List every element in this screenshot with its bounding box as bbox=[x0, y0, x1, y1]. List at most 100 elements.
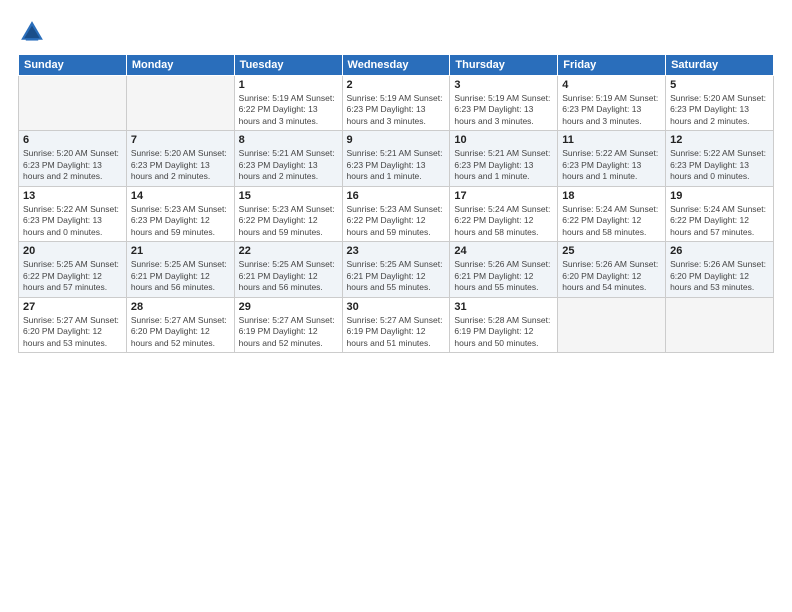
calendar-cell: 7 Sunrise: 5:20 AM Sunset: 6:23 PM Daylig… bbox=[126, 131, 234, 186]
day-number: 29 bbox=[239, 301, 338, 313]
day-number: 7 bbox=[131, 134, 230, 146]
calendar-cell: 15 Sunrise: 5:23 AM Sunset: 6:22 PM Dayli… bbox=[234, 186, 342, 241]
day-number: 28 bbox=[131, 301, 230, 313]
day-info: Sunrise: 5:20 AM Sunset: 6:23 PM Dayligh… bbox=[131, 148, 230, 182]
day-number: 15 bbox=[239, 190, 338, 202]
day-info: Sunrise: 5:24 AM Sunset: 6:22 PM Dayligh… bbox=[562, 204, 661, 238]
day-info: Sunrise: 5:24 AM Sunset: 6:22 PM Dayligh… bbox=[670, 204, 769, 238]
day-header-friday: Friday bbox=[558, 55, 666, 76]
calendar-cell: 8 Sunrise: 5:21 AM Sunset: 6:23 PM Daylig… bbox=[234, 131, 342, 186]
day-info: Sunrise: 5:23 AM Sunset: 6:22 PM Dayligh… bbox=[239, 204, 338, 238]
day-number: 9 bbox=[347, 134, 446, 146]
day-info: Sunrise: 5:19 AM Sunset: 6:23 PM Dayligh… bbox=[454, 93, 553, 127]
day-number: 3 bbox=[454, 79, 553, 91]
day-number: 27 bbox=[23, 301, 122, 313]
day-number: 18 bbox=[562, 190, 661, 202]
calendar-week-3: 13 Sunrise: 5:22 AM Sunset: 6:23 PM Dayli… bbox=[19, 186, 774, 241]
day-info: Sunrise: 5:25 AM Sunset: 6:21 PM Dayligh… bbox=[239, 259, 338, 293]
day-number: 23 bbox=[347, 245, 446, 257]
calendar-cell bbox=[666, 297, 774, 352]
day-number: 16 bbox=[347, 190, 446, 202]
day-info: Sunrise: 5:20 AM Sunset: 6:23 PM Dayligh… bbox=[670, 93, 769, 127]
header bbox=[18, 18, 774, 46]
day-number: 22 bbox=[239, 245, 338, 257]
calendar-table: SundayMondayTuesdayWednesdayThursdayFrid… bbox=[18, 54, 774, 353]
logo bbox=[18, 18, 52, 46]
day-header-sunday: Sunday bbox=[19, 55, 127, 76]
day-number: 20 bbox=[23, 245, 122, 257]
calendar-cell: 26 Sunrise: 5:26 AM Sunset: 6:20 PM Dayli… bbox=[666, 242, 774, 297]
calendar-cell: 21 Sunrise: 5:25 AM Sunset: 6:21 PM Dayli… bbox=[126, 242, 234, 297]
day-info: Sunrise: 5:26 AM Sunset: 6:21 PM Dayligh… bbox=[454, 259, 553, 293]
day-number: 19 bbox=[670, 190, 769, 202]
day-info: Sunrise: 5:26 AM Sunset: 6:20 PM Dayligh… bbox=[562, 259, 661, 293]
day-number: 12 bbox=[670, 134, 769, 146]
calendar-cell: 28 Sunrise: 5:27 AM Sunset: 6:20 PM Dayli… bbox=[126, 297, 234, 352]
calendar-cell: 29 Sunrise: 5:27 AM Sunset: 6:19 PM Dayli… bbox=[234, 297, 342, 352]
calendar-cell bbox=[558, 297, 666, 352]
day-info: Sunrise: 5:22 AM Sunset: 6:23 PM Dayligh… bbox=[23, 204, 122, 238]
day-number: 31 bbox=[454, 301, 553, 313]
day-header-tuesday: Tuesday bbox=[234, 55, 342, 76]
day-header-thursday: Thursday bbox=[450, 55, 558, 76]
day-number: 13 bbox=[23, 190, 122, 202]
calendar-week-1: 1Sunrise: 5:19 AM Sunset: 6:22 PM Daylig… bbox=[19, 76, 774, 131]
calendar-cell: 10Sunrise: 5:21 AM Sunset: 6:23 PM Dayli… bbox=[450, 131, 558, 186]
day-info: Sunrise: 5:25 AM Sunset: 6:21 PM Dayligh… bbox=[131, 259, 230, 293]
day-info: Sunrise: 5:25 AM Sunset: 6:22 PM Dayligh… bbox=[23, 259, 122, 293]
calendar-cell bbox=[19, 76, 127, 131]
day-header-wednesday: Wednesday bbox=[342, 55, 450, 76]
calendar-week-2: 6 Sunrise: 5:20 AM Sunset: 6:23 PM Daylig… bbox=[19, 131, 774, 186]
calendar-cell: 1Sunrise: 5:19 AM Sunset: 6:22 PM Daylig… bbox=[234, 76, 342, 131]
day-info: Sunrise: 5:22 AM Sunset: 6:23 PM Dayligh… bbox=[562, 148, 661, 182]
day-number: 1 bbox=[239, 79, 338, 91]
calendar-cell: 2 Sunrise: 5:19 AM Sunset: 6:23 PM Daylig… bbox=[342, 76, 450, 131]
calendar-cell: 16Sunrise: 5:23 AM Sunset: 6:22 PM Dayli… bbox=[342, 186, 450, 241]
calendar-cell: 11 Sunrise: 5:22 AM Sunset: 6:23 PM Dayli… bbox=[558, 131, 666, 186]
day-info: Sunrise: 5:25 AM Sunset: 6:21 PM Dayligh… bbox=[347, 259, 446, 293]
day-info: Sunrise: 5:27 AM Sunset: 6:19 PM Dayligh… bbox=[239, 315, 338, 349]
calendar-cell: 13 Sunrise: 5:22 AM Sunset: 6:23 PM Dayli… bbox=[19, 186, 127, 241]
calendar-cell: 24Sunrise: 5:26 AM Sunset: 6:21 PM Dayli… bbox=[450, 242, 558, 297]
day-number: 21 bbox=[131, 245, 230, 257]
page: SundayMondayTuesdayWednesdayThursdayFrid… bbox=[0, 0, 792, 612]
calendar-cell: 4 Sunrise: 5:19 AM Sunset: 6:23 PM Daylig… bbox=[558, 76, 666, 131]
day-number: 5 bbox=[670, 79, 769, 91]
calendar-cell: 14 Sunrise: 5:23 AM Sunset: 6:23 PM Dayli… bbox=[126, 186, 234, 241]
logo-icon bbox=[18, 18, 46, 46]
day-info: Sunrise: 5:21 AM Sunset: 6:23 PM Dayligh… bbox=[347, 148, 446, 182]
day-number: 8 bbox=[239, 134, 338, 146]
day-number: 6 bbox=[23, 134, 122, 146]
day-info: Sunrise: 5:19 AM Sunset: 6:23 PM Dayligh… bbox=[562, 93, 661, 127]
calendar-week-5: 27 Sunrise: 5:27 AM Sunset: 6:20 PM Dayli… bbox=[19, 297, 774, 352]
day-number: 26 bbox=[670, 245, 769, 257]
day-number: 11 bbox=[562, 134, 661, 146]
day-info: Sunrise: 5:19 AM Sunset: 6:23 PM Dayligh… bbox=[347, 93, 446, 127]
calendar-cell: 12 Sunrise: 5:22 AM Sunset: 6:23 PM Dayli… bbox=[666, 131, 774, 186]
day-number: 30 bbox=[347, 301, 446, 313]
day-info: Sunrise: 5:23 AM Sunset: 6:23 PM Dayligh… bbox=[131, 204, 230, 238]
day-header-monday: Monday bbox=[126, 55, 234, 76]
calendar-cell bbox=[126, 76, 234, 131]
calendar-header-row: SundayMondayTuesdayWednesdayThursdayFrid… bbox=[19, 55, 774, 76]
day-info: Sunrise: 5:21 AM Sunset: 6:23 PM Dayligh… bbox=[239, 148, 338, 182]
calendar-cell: 19 Sunrise: 5:24 AM Sunset: 6:22 PM Dayli… bbox=[666, 186, 774, 241]
day-info: Sunrise: 5:26 AM Sunset: 6:20 PM Dayligh… bbox=[670, 259, 769, 293]
day-info: Sunrise: 5:27 AM Sunset: 6:19 PM Dayligh… bbox=[347, 315, 446, 349]
day-info: Sunrise: 5:27 AM Sunset: 6:20 PM Dayligh… bbox=[131, 315, 230, 349]
calendar-cell: 17Sunrise: 5:24 AM Sunset: 6:22 PM Dayli… bbox=[450, 186, 558, 241]
day-number: 4 bbox=[562, 79, 661, 91]
day-number: 25 bbox=[562, 245, 661, 257]
calendar-cell: 30 Sunrise: 5:27 AM Sunset: 6:19 PM Dayli… bbox=[342, 297, 450, 352]
day-number: 2 bbox=[347, 79, 446, 91]
calendar-cell: 5 Sunrise: 5:20 AM Sunset: 6:23 PM Daylig… bbox=[666, 76, 774, 131]
calendar-week-4: 20 Sunrise: 5:25 AM Sunset: 6:22 PM Dayli… bbox=[19, 242, 774, 297]
day-info: Sunrise: 5:22 AM Sunset: 6:23 PM Dayligh… bbox=[670, 148, 769, 182]
calendar-cell: 20 Sunrise: 5:25 AM Sunset: 6:22 PM Dayli… bbox=[19, 242, 127, 297]
day-header-saturday: Saturday bbox=[666, 55, 774, 76]
calendar-cell: 18 Sunrise: 5:24 AM Sunset: 6:22 PM Dayli… bbox=[558, 186, 666, 241]
day-number: 10 bbox=[454, 134, 553, 146]
calendar-cell: 31Sunrise: 5:28 AM Sunset: 6:19 PM Dayli… bbox=[450, 297, 558, 352]
day-info: Sunrise: 5:20 AM Sunset: 6:23 PM Dayligh… bbox=[23, 148, 122, 182]
day-number: 14 bbox=[131, 190, 230, 202]
